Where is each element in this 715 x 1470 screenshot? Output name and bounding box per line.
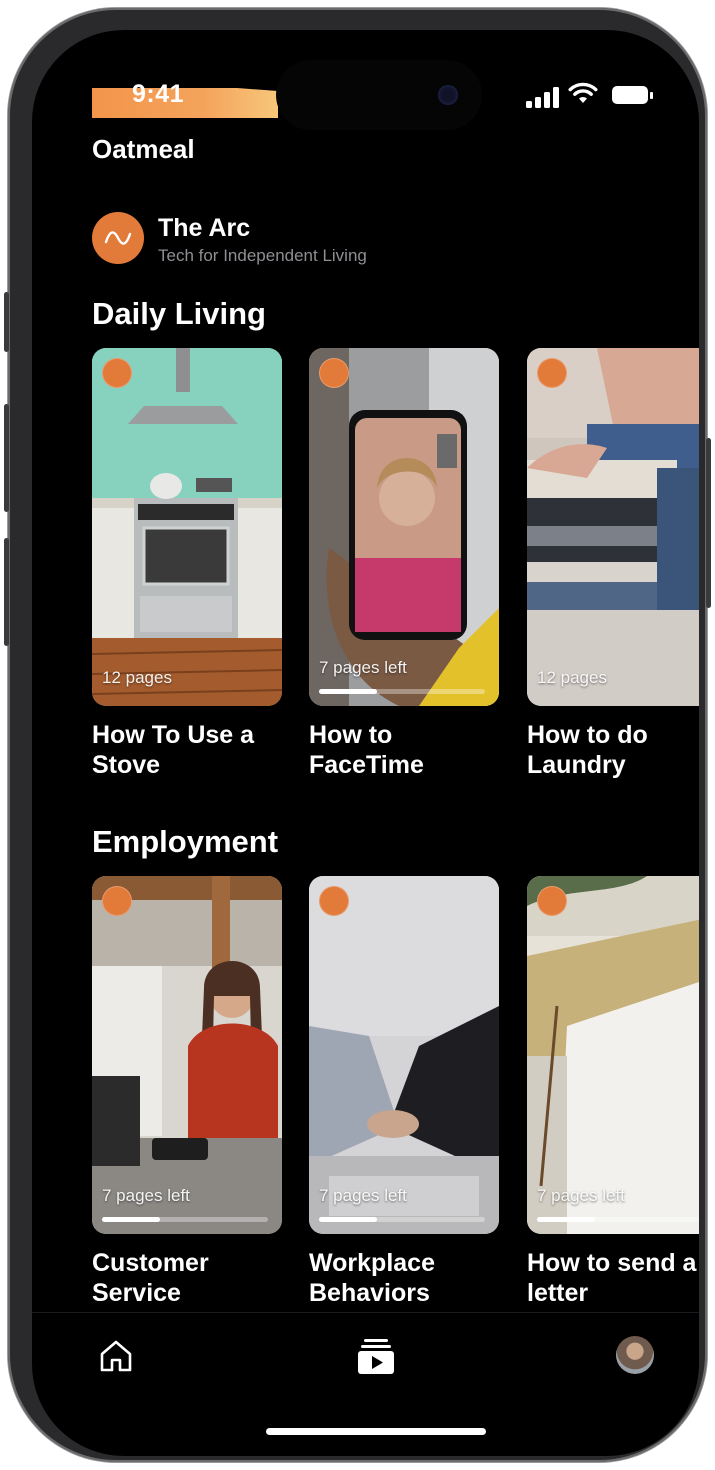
status-time: 9:41 — [132, 80, 185, 108]
wifi-icon — [568, 82, 598, 103]
pages-left: 7 pages left — [537, 1186, 625, 1205]
facetime-thumbnail — [309, 348, 499, 706]
employment-carousel[interactable]: 7 pages left 7 pages left 7 pages left C… — [92, 876, 699, 1308]
progress-bar — [319, 689, 485, 694]
volume-down-button — [4, 538, 9, 646]
progress-bar — [102, 1217, 268, 1222]
guide-card-facetime[interactable]: 7 pages left — [309, 348, 499, 706]
guide-badge-icon — [537, 358, 567, 388]
progress-bar — [319, 1217, 485, 1222]
progress-fill — [319, 1217, 378, 1222]
customer-service-thumbnail — [92, 876, 282, 1234]
page-count: 12 pages — [537, 668, 607, 687]
battery-icon — [612, 86, 653, 104]
guide-card-send-letter[interactable]: 7 pages left — [527, 876, 699, 1234]
guide-card-workplace-behaviors[interactable]: 7 pages left — [309, 876, 499, 1234]
guide-title[interactable]: How to FaceTime — [309, 720, 509, 780]
page-count: 12 pages — [102, 668, 172, 687]
organization-tagline: Tech for Independent Living — [158, 246, 367, 265]
status-bar: 9:41 — [32, 30, 699, 140]
profile-avatar[interactable] — [616, 1336, 654, 1374]
handshake-thumbnail — [309, 876, 499, 1234]
phone-frame: 9:41 Oatmeal The Arc Tech for Independen… — [4, 8, 711, 1462]
organization-name: The Arc — [158, 214, 251, 242]
cellular-signal-icon — [526, 86, 560, 108]
progress-fill — [102, 1217, 161, 1222]
guide-title[interactable]: How to do Laundry — [527, 720, 699, 780]
guide-title[interactable]: How To Use a Stove — [92, 720, 292, 780]
home-indicator[interactable] — [266, 1428, 486, 1435]
guide-badge-icon — [102, 358, 132, 388]
pages-left: 7 pages left — [319, 658, 407, 677]
guide-card-customer-service[interactable]: 7 pages left — [92, 876, 282, 1234]
guide-title[interactable]: How to send a letter — [527, 1248, 699, 1308]
letter-thumbnail — [527, 876, 699, 1234]
guide-badge-icon — [537, 886, 567, 916]
tab-bar-divider — [32, 1312, 699, 1313]
dynamic-island — [276, 60, 482, 130]
guide-badge-icon — [319, 358, 349, 388]
wave-icon — [104, 231, 132, 245]
home-icon[interactable] — [96, 1336, 136, 1376]
guide-card-stove[interactable]: 12 pages — [92, 348, 282, 706]
camera-icon — [438, 85, 458, 105]
guide-badge-icon — [319, 886, 349, 916]
guide-badge-icon — [102, 886, 132, 916]
section-title-employment: Employment — [92, 824, 279, 859]
progress-bar — [537, 1217, 699, 1222]
progress-fill — [537, 1217, 596, 1222]
screen: 9:41 Oatmeal The Arc Tech for Independen… — [32, 30, 699, 1456]
laundry-thumbnail — [527, 348, 699, 706]
volume-up-button — [4, 404, 9, 512]
action-button — [4, 292, 9, 352]
library-icon[interactable] — [356, 1336, 396, 1376]
stove-thumbnail — [92, 348, 282, 706]
daily-living-carousel[interactable]: 12 pages 7 pages left 12 pages How To Us… — [92, 348, 699, 780]
organization-logo — [92, 212, 144, 264]
progress-fill — [319, 689, 378, 694]
pages-left: 7 pages left — [319, 1186, 407, 1205]
transition-overlay — [92, 88, 278, 118]
guide-title[interactable]: Workplace Behaviors — [309, 1248, 509, 1308]
guide-title[interactable]: Customer Service — [92, 1248, 292, 1308]
section-title-daily-living: Daily Living — [92, 296, 266, 331]
pages-left: 7 pages left — [102, 1186, 190, 1205]
power-button — [706, 438, 711, 608]
guide-card-laundry[interactable]: 12 pages — [527, 348, 699, 706]
app-title: Oatmeal — [92, 134, 195, 164]
